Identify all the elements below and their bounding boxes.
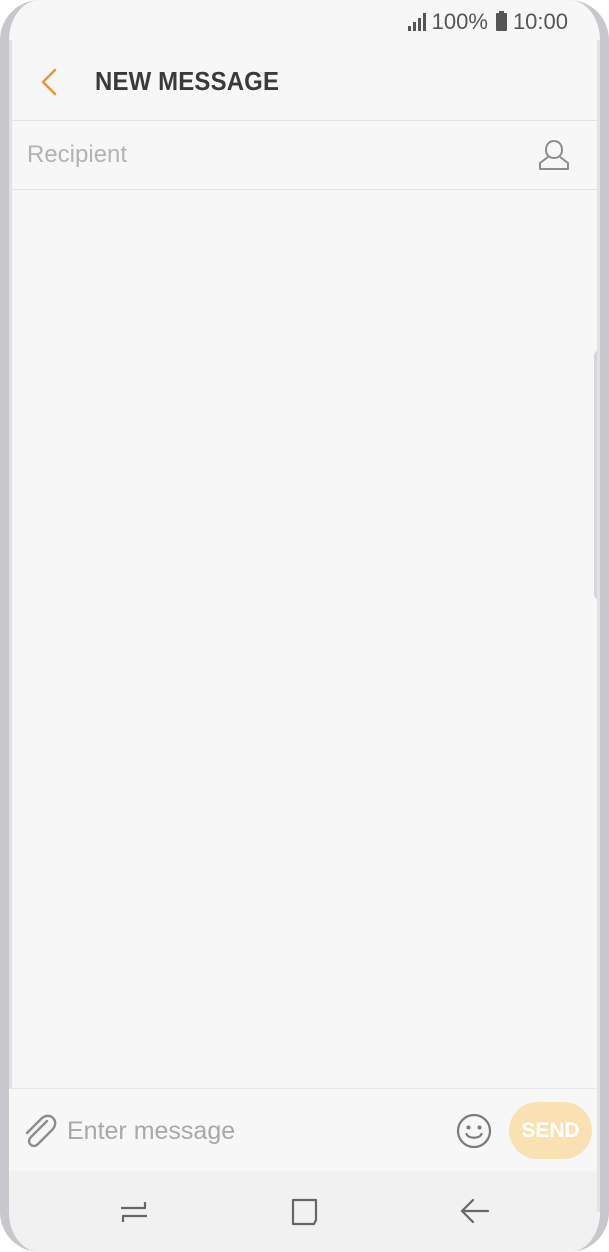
recents-button[interactable] [117, 1195, 151, 1229]
app-header: NEW MESSAGE [9, 44, 600, 120]
emoji-icon [456, 1113, 492, 1149]
compose-bar: SEND [9, 1089, 600, 1171]
phone-screen: 100% 10:00 NEW MESSAGE Recipient Enter m… [0, 0, 609, 1252]
conversation-area [9, 190, 600, 1088]
back-arrow-icon [41, 68, 57, 96]
status-bar: 100% 10:00 [9, 0, 600, 44]
recipient-input[interactable] [27, 135, 507, 175]
nav-back-button[interactable] [458, 1195, 492, 1229]
navigation-bar [9, 1171, 600, 1252]
clock: 10:00 [512, 9, 568, 34]
home-icon [291, 1198, 318, 1226]
page-title: NEW MESSAGE [95, 66, 280, 96]
paperclip-icon [25, 1114, 57, 1148]
contact-icon [539, 139, 569, 170]
battery-icon [495, 11, 507, 31]
signal-icon [407, 13, 426, 31]
back-icon [460, 1198, 490, 1224]
recipient-row [9, 121, 600, 189]
battery-percentage: 100% [431, 9, 488, 34]
attach-button[interactable] [19, 1111, 59, 1151]
back-button[interactable] [35, 66, 65, 98]
send-button[interactable]: SEND [509, 1102, 592, 1159]
emoji-button[interactable] [455, 1112, 493, 1150]
home-button[interactable] [288, 1195, 322, 1229]
contact-picker-button[interactable] [536, 137, 572, 173]
recents-icon [121, 1202, 147, 1222]
message-input[interactable] [67, 1111, 437, 1151]
